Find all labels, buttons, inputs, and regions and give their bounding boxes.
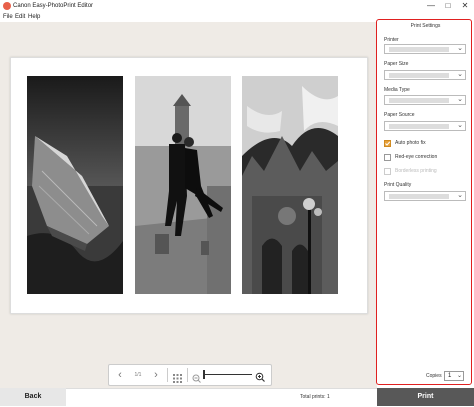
minimize-button[interactable]: — [423, 0, 439, 12]
print-button[interactable]: Print [377, 388, 474, 406]
grid-view-icon[interactable] [173, 370, 182, 383]
close-button[interactable]: ✕ [457, 0, 473, 12]
menu-edit[interactable]: Edit [15, 12, 25, 22]
paper-preview[interactable] [10, 57, 368, 314]
maximize-button[interactable]: □ [440, 0, 456, 12]
photo-boat[interactable] [27, 76, 123, 294]
total-prints: Total prints: 1 [300, 394, 330, 400]
menu-help[interactable]: Help [28, 12, 40, 22]
photo-cathedral[interactable] [242, 76, 338, 294]
zoom-slider-track[interactable] [204, 374, 252, 375]
next-page-button[interactable]: › [149, 365, 163, 385]
photo-dancers[interactable] [135, 76, 231, 294]
zoom-toolbar: ‹ 1/1 › [108, 364, 272, 386]
divider [167, 368, 168, 382]
prev-page-button[interactable]: ‹ [113, 365, 127, 385]
back-button[interactable]: Back [0, 388, 66, 406]
zoom-in-icon[interactable] [255, 369, 265, 382]
zoom-out-icon[interactable] [192, 370, 201, 383]
window-title: Canon Easy-PhotoPrint Editor [13, 3, 94, 9]
page-indicator: 1/1 [134, 372, 142, 378]
menu-file[interactable]: File [3, 12, 13, 22]
divider [187, 368, 188, 382]
app-icon [3, 2, 11, 10]
zoom-slider-thumb[interactable] [203, 370, 205, 379]
highlight-outline [376, 19, 472, 385]
